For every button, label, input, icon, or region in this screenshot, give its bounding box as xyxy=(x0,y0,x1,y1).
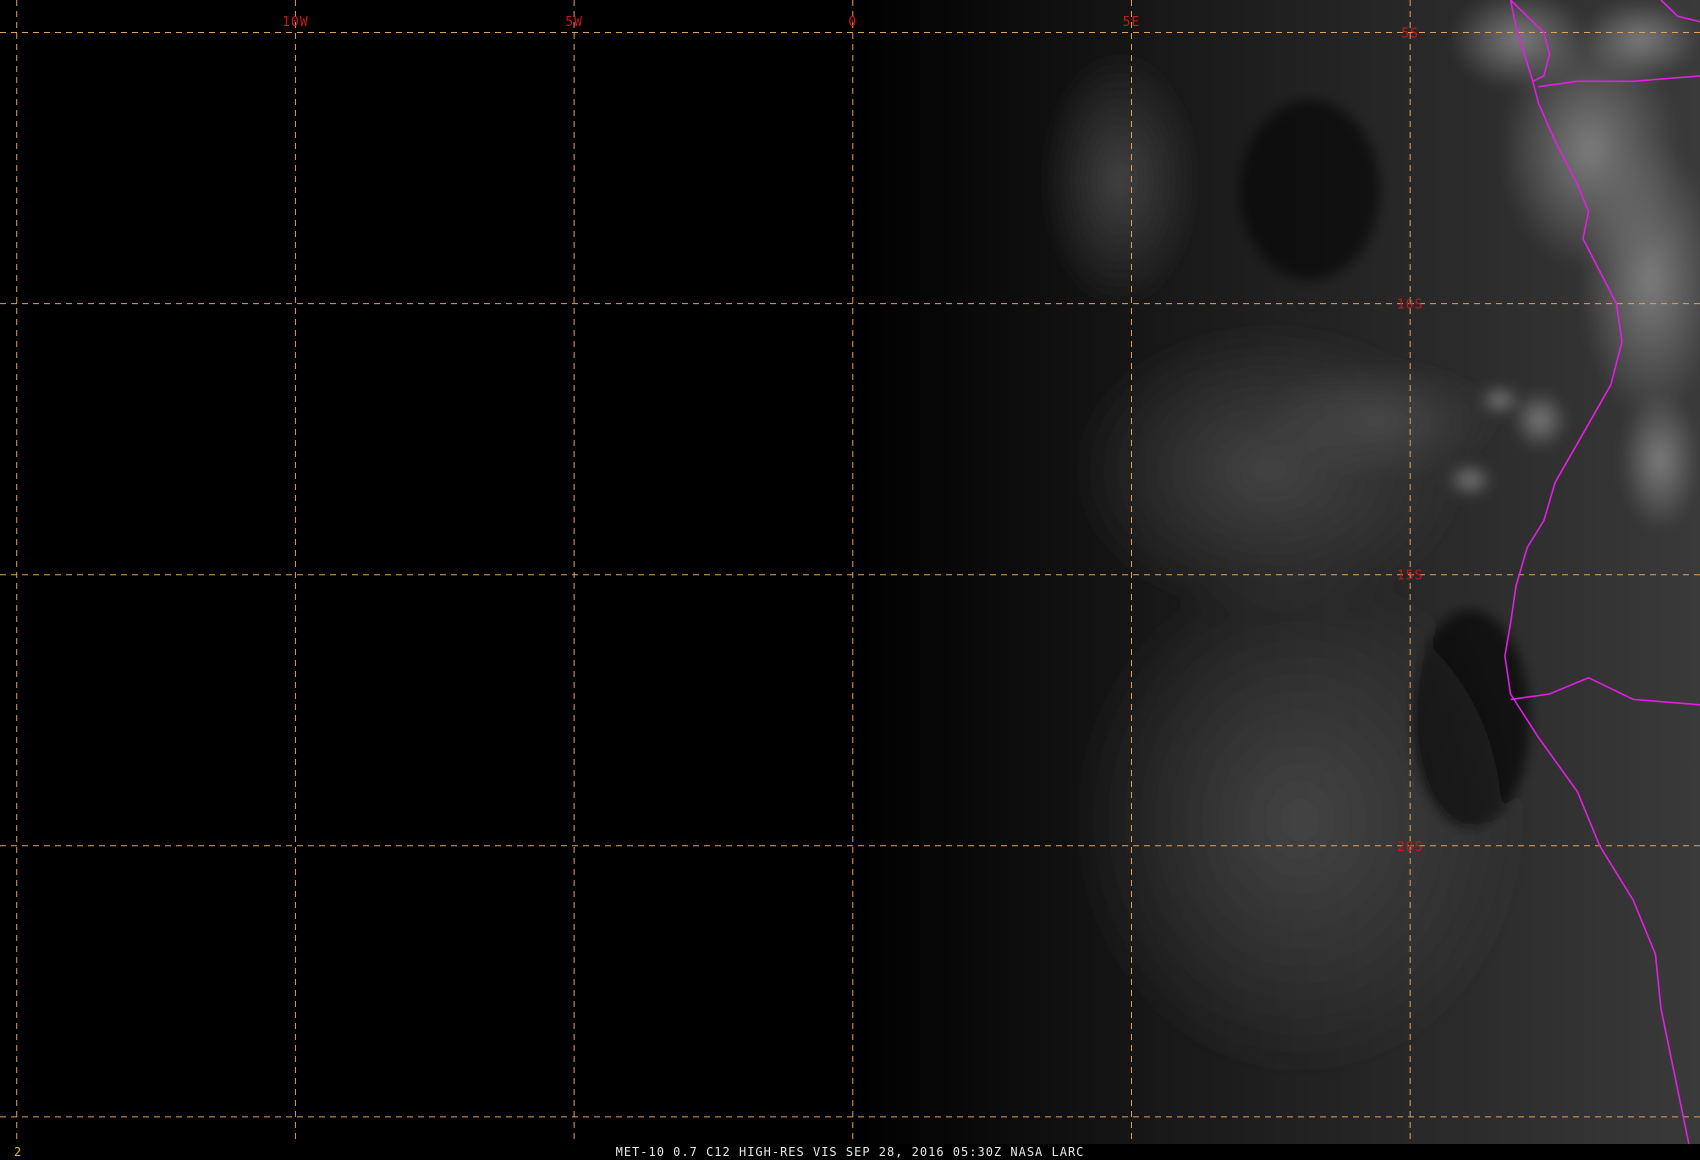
parallel-label: 20S xyxy=(1397,840,1423,855)
parallel-label: 5S xyxy=(1401,27,1419,42)
status-bar: 2 MET-10 0.7 C12 HIGH-RES VIS SEP 28, 20… xyxy=(0,1144,1700,1160)
image-caption: MET-10 0.7 C12 HIGH-RES VIS SEP 28, 2016… xyxy=(615,1145,1085,1159)
meridian-label: 10W xyxy=(282,15,308,30)
meridian-label: 5W xyxy=(565,15,583,30)
meridian-label: 0 xyxy=(848,15,857,30)
parallel-label: 15S xyxy=(1397,569,1423,584)
parallel-label: 10S xyxy=(1397,298,1423,313)
satellite-image: 10W 5W 0 5E 5S 10S 15S 20S xyxy=(0,0,1700,1144)
meridian-label: 5E xyxy=(1123,15,1141,30)
satellite-map-view[interactable]: 10W 5W 0 5E 5S 10S 15S 20S 2 MET-10 0.7 C12 HIG… xyxy=(0,0,1700,1160)
